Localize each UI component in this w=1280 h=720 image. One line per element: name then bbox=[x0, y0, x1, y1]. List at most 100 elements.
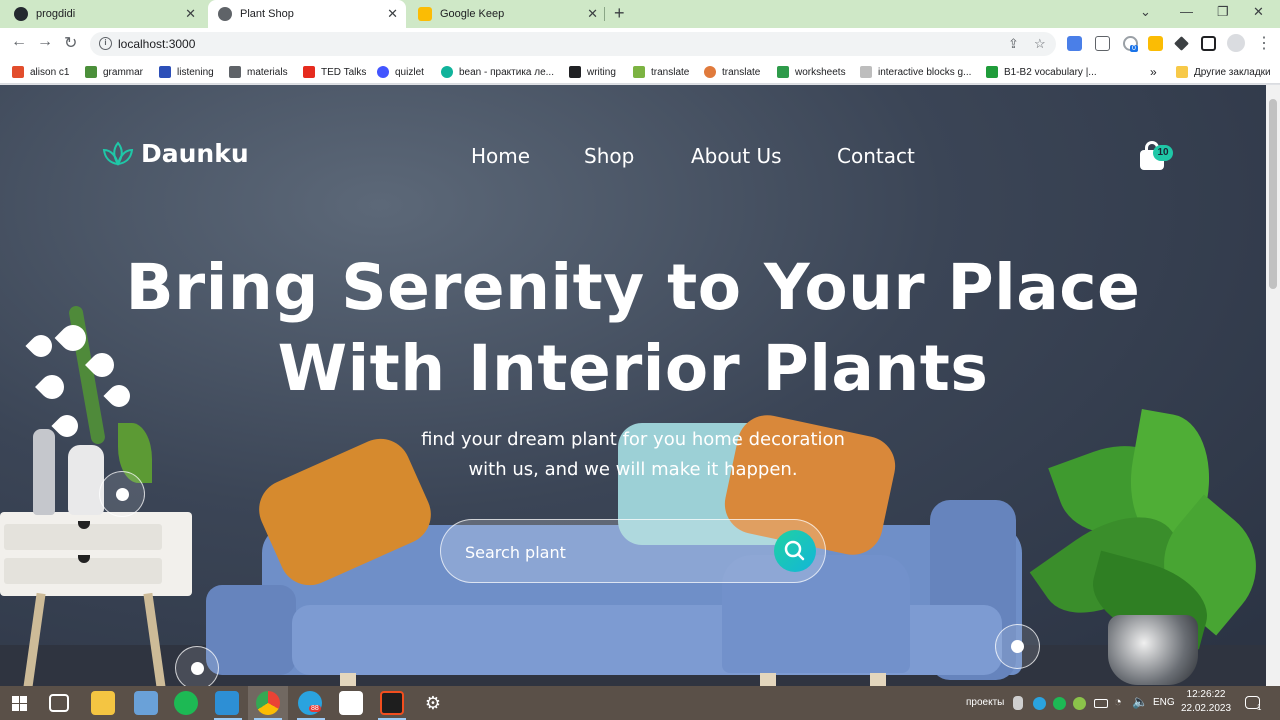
clock-time: 12:26:22 bbox=[1186, 689, 1226, 700]
bookmark-label: translate bbox=[722, 66, 761, 78]
nav-shop[interactable]: Shop bbox=[584, 144, 634, 168]
hero-title: Bring Serenity to Your Place With Interi… bbox=[125, 251, 1141, 405]
tray-icon[interactable] bbox=[1073, 697, 1086, 710]
tab-google-keep[interactable]: Google Keep ✕ bbox=[408, 0, 606, 28]
bookmark-item[interactable]: worksheets bbox=[777, 64, 846, 80]
windows-start-icon[interactable] bbox=[12, 696, 27, 711]
notion-icon[interactable] bbox=[339, 691, 363, 715]
sofa-leg bbox=[340, 673, 356, 686]
page-scrollbar[interactable] bbox=[1266, 85, 1280, 686]
bookmark-label: translate bbox=[651, 66, 690, 78]
settings-gear-icon[interactable]: ⚙ bbox=[421, 691, 445, 715]
chrome-icon[interactable] bbox=[256, 691, 280, 715]
bookmark-item[interactable]: B1-B2 vocabulary |... bbox=[986, 64, 1097, 80]
bookmark-icon bbox=[633, 66, 645, 78]
tray-icon[interactable] bbox=[1013, 696, 1023, 710]
menu-icon[interactable]: ⋮ bbox=[1256, 33, 1272, 53]
bookmark-label: grammar bbox=[103, 66, 144, 78]
ted-icon bbox=[303, 66, 315, 78]
close-icon[interactable]: ✕ bbox=[587, 6, 598, 22]
cast-icon[interactable] bbox=[1095, 36, 1110, 51]
battery-icon[interactable] bbox=[1094, 699, 1108, 708]
reload-button[interactable]: ↻ bbox=[64, 33, 77, 53]
more-bookmarks-button[interactable]: » bbox=[1150, 64, 1157, 80]
vscode-icon[interactable] bbox=[215, 691, 239, 715]
ampersand-icon bbox=[569, 66, 581, 78]
profile-avatar[interactable] bbox=[1227, 34, 1245, 52]
minimize-button[interactable]: — bbox=[1180, 4, 1193, 19]
language-indicator[interactable]: ENG bbox=[1153, 697, 1175, 708]
sofa-arm bbox=[206, 585, 296, 675]
tab-plant-shop[interactable]: Plant Shop ✕ bbox=[208, 0, 406, 28]
tab-progdidi[interactable]: progdidi ✕ bbox=[4, 0, 204, 28]
quizlet-icon bbox=[377, 66, 389, 78]
task-view-icon[interactable] bbox=[49, 694, 69, 712]
hotspot-dot bbox=[115, 487, 129, 501]
tab-search-icon[interactable]: ⌄ bbox=[1140, 4, 1151, 20]
bookmark-icon bbox=[704, 66, 716, 78]
plant-pot bbox=[1108, 615, 1198, 685]
site-info-icon[interactable]: i bbox=[99, 37, 112, 50]
other-bookmarks-folder[interactable]: Другие закладки bbox=[1176, 64, 1271, 80]
tray-folder-label[interactable]: проекты bbox=[966, 697, 1004, 708]
bookmark-item[interactable]: bean - практика ле... bbox=[441, 64, 554, 80]
close-window-button[interactable]: ✕ bbox=[1253, 4, 1264, 20]
search-input[interactable] bbox=[465, 538, 755, 566]
notepad-icon[interactable] bbox=[134, 691, 158, 715]
side-panel-icon[interactable] bbox=[1201, 36, 1216, 51]
spotify-tray-icon[interactable] bbox=[1053, 697, 1066, 710]
spotify-icon[interactable] bbox=[174, 691, 198, 715]
nav-home[interactable]: Home bbox=[471, 144, 530, 168]
sofa-leg bbox=[760, 673, 776, 686]
system-clock[interactable]: 12:26:22 22.02.2023 bbox=[1178, 688, 1234, 716]
bookmark-item[interactable]: listening bbox=[159, 64, 214, 80]
graduation-cap-icon bbox=[229, 66, 241, 78]
bookmark-item[interactable]: interactive blocks g... bbox=[860, 64, 971, 80]
file-explorer-icon[interactable] bbox=[91, 691, 115, 715]
close-icon[interactable]: ✕ bbox=[185, 6, 196, 22]
bookmark-item[interactable]: alison c1 bbox=[12, 64, 69, 80]
search-icon bbox=[784, 540, 805, 561]
hotspot-marker[interactable] bbox=[175, 646, 219, 686]
bookmark-star-icon[interactable]: ☆ bbox=[1034, 36, 1046, 52]
nav-about-us[interactable]: About Us bbox=[691, 144, 782, 168]
bookmark-item[interactable]: grammar bbox=[85, 64, 143, 80]
tab-title: Plant Shop bbox=[240, 8, 294, 20]
site-logo[interactable]: Daunku bbox=[101, 139, 249, 168]
bookmark-item[interactable]: translate bbox=[704, 64, 760, 80]
telegram-tray-icon[interactable] bbox=[1033, 697, 1046, 710]
telegram-badge: 88 bbox=[309, 705, 321, 712]
maximize-button[interactable]: ❐ bbox=[1217, 4, 1229, 20]
bookmark-item[interactable]: materials bbox=[229, 64, 288, 80]
bookmark-item[interactable]: quizlet bbox=[377, 64, 424, 80]
hero-subtitle: find your dream plant for you home decor… bbox=[421, 429, 845, 480]
nav-contact[interactable]: Contact bbox=[837, 144, 915, 168]
new-tab-button[interactable]: + bbox=[614, 3, 625, 24]
keep-extension-icon[interactable] bbox=[1148, 36, 1163, 51]
browser-toolbar: ← → ↻ i localhost:3000 ⇪ ☆ 0 ⋮ bbox=[0, 28, 1280, 60]
puzzle-icon[interactable] bbox=[1174, 36, 1189, 51]
hotspot-dot bbox=[190, 661, 204, 675]
bookmark-icon bbox=[986, 66, 998, 78]
close-icon[interactable]: ✕ bbox=[387, 6, 398, 22]
bookmark-item[interactable]: writing bbox=[569, 64, 616, 80]
translate-extension-icon[interactable] bbox=[1067, 36, 1082, 51]
bookmark-label: B1-B2 vocabulary |... bbox=[1004, 66, 1097, 78]
search-button[interactable] bbox=[774, 530, 816, 572]
bookmark-label: writing bbox=[587, 66, 616, 78]
address-bar[interactable]: i localhost:3000 ⇪ ☆ bbox=[90, 32, 1056, 56]
volume-icon[interactable]: 🔈 bbox=[1132, 694, 1148, 710]
hotspot-marker[interactable] bbox=[995, 624, 1040, 669]
back-button[interactable]: ← bbox=[11, 33, 27, 51]
extension-badge: 0 bbox=[1130, 45, 1138, 52]
figma-icon[interactable] bbox=[380, 691, 404, 715]
bookmark-icon bbox=[12, 66, 24, 78]
bookmark-item[interactable]: translate bbox=[633, 64, 689, 80]
bookmark-label: TED Talks bbox=[321, 66, 367, 78]
wifi-icon[interactable]: ◔ bbox=[1114, 694, 1122, 709]
bookmark-item[interactable]: TED Talks bbox=[303, 64, 366, 80]
share-icon[interactable]: ⇪ bbox=[1008, 36, 1019, 52]
windows-taskbar: 88 ⚙ проекты ◔ 🔈 ENG 12:26:22 22.02.2023… bbox=[0, 686, 1280, 720]
forward-button[interactable]: → bbox=[37, 33, 53, 51]
scrollbar-thumb[interactable] bbox=[1269, 99, 1277, 289]
